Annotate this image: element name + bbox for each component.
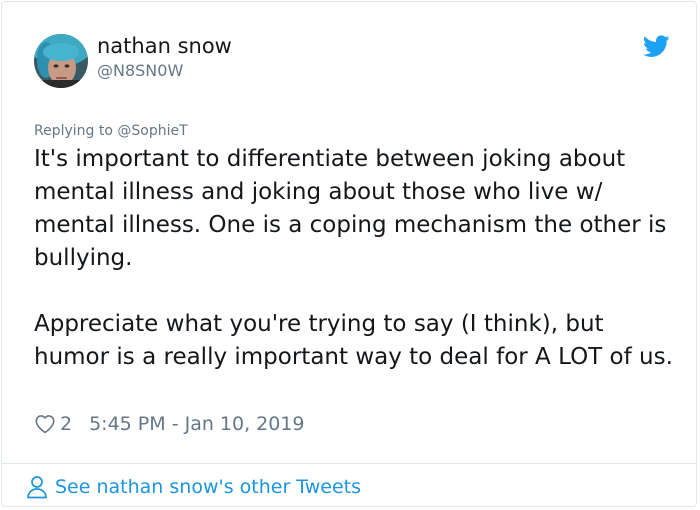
person-icon <box>27 476 47 499</box>
see-other-tweets-label[interactable]: See nathan snow's other Tweets <box>55 476 361 498</box>
author-handle[interactable]: @N8SN0W <box>97 61 183 81</box>
tweet-text: It's important to differentiate between … <box>34 143 684 374</box>
avatar-image <box>34 34 88 88</box>
timestamp[interactable]: 5:45 PM - Jan 10, 2019 <box>89 413 304 435</box>
heart-icon[interactable] <box>34 413 56 435</box>
twitter-bird-icon[interactable] <box>642 35 670 58</box>
footer-divider <box>2 463 696 464</box>
tweet-paragraph-1: It's important to differentiate between … <box>34 146 667 271</box>
tweet-meta: 2 5:45 PM - Jan 10, 2019 <box>34 411 305 437</box>
avatar[interactable] <box>34 34 88 88</box>
tweet-paragraph-2: Appreciate what you're trying to say (I … <box>34 311 673 370</box>
see-other-tweets-link[interactable]: See nathan snow's other Tweets <box>26 472 361 502</box>
author-name[interactable]: nathan snow <box>97 33 232 59</box>
replying-to-label[interactable]: Replying to @SophieT <box>34 122 188 140</box>
like-count[interactable]: 2 <box>60 413 72 435</box>
embedded-tweet-card: nathan snow @N8SN0W Replying to @SophieT… <box>1 1 697 507</box>
